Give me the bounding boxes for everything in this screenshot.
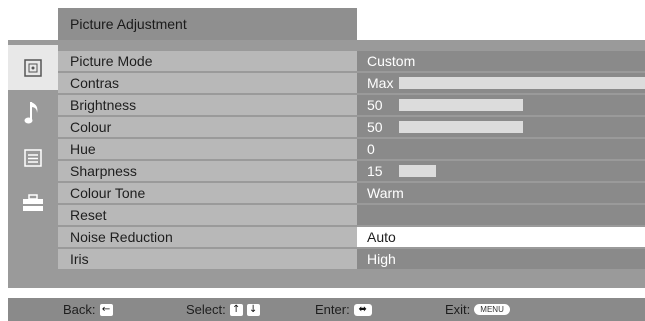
select-hint-label: Select: (186, 302, 226, 317)
menu-row-brightness[interactable]: Brightness 50 (58, 94, 645, 116)
menu-row-label: Iris (58, 249, 357, 269)
exit-hint: Exit: MENU (445, 302, 510, 317)
menu-row-label: Reset (58, 205, 357, 225)
back-hint-label: Back: (63, 302, 96, 317)
menu-row-label: Hue (58, 139, 357, 159)
tab-sound[interactable] (8, 90, 58, 135)
enter-button-icon: ⬌ (353, 303, 372, 316)
page-title: Picture Adjustment (70, 16, 187, 32)
menu-row-noise-reduction[interactable]: Noise Reduction Auto (58, 226, 645, 248)
menu-row-value (357, 205, 645, 225)
tab-setup[interactable] (8, 180, 58, 225)
menu-row-picture-mode[interactable]: Picture Mode Custom (58, 50, 645, 72)
menu-row-value: Warm (357, 183, 645, 203)
tab-picture[interactable] (8, 45, 58, 90)
level-bar[interactable] (399, 121, 523, 133)
enter-hint: Enter: ⬌ (315, 302, 372, 317)
select-hint: Select: ↑ ↓ (186, 302, 260, 317)
menu-row-sharpness[interactable]: Sharpness 15 (58, 160, 645, 182)
menu-row-hue[interactable]: Hue 0 (58, 138, 645, 160)
menu-row-iris[interactable]: Iris High (58, 248, 645, 270)
menu-row-value: 0 (357, 139, 645, 159)
menu-row-value: Auto (357, 227, 645, 247)
category-sidebar (8, 40, 58, 288)
menu-row-colour-tone[interactable]: Colour Tone Warm (58, 182, 645, 204)
menu-button-icon: MENU (474, 304, 510, 315)
menu-row-colour[interactable]: Colour 50 (58, 116, 645, 138)
down-arrow-icon: ↓ (246, 303, 260, 316)
menu-row-value: 50 (357, 95, 645, 115)
picture-icon (24, 58, 42, 77)
menu-row-label: Contras (58, 73, 357, 93)
menu-row-label: Picture Mode (58, 51, 357, 71)
menu-row-reset[interactable]: Reset (58, 204, 645, 226)
music-note-icon (24, 101, 38, 123)
menu-row-value: 15 (357, 161, 645, 181)
menu-row-contrast[interactable]: Contras Max (58, 72, 645, 94)
menu-row-label: Colour (58, 117, 357, 137)
settings-list-icon (24, 148, 42, 167)
level-bar[interactable] (399, 77, 645, 89)
menu-title-bar: Picture Adjustment (58, 8, 357, 40)
menu-row-value: High (357, 249, 645, 269)
menu-row-value: Custom (357, 51, 645, 71)
settings-menu: Picture Mode Custom Contras Max Brightne… (58, 40, 645, 288)
menu-row-label: Colour Tone (58, 183, 357, 203)
tab-features[interactable] (8, 135, 58, 180)
help-bar: Back: ← Select: ↑ ↓ Enter: ⬌ Exit: MENU (8, 298, 645, 321)
menu-row-value: Max (357, 73, 645, 93)
level-bar[interactable] (399, 165, 436, 177)
enter-hint-label: Enter: (315, 302, 350, 317)
menu-row-label: Brightness (58, 95, 357, 115)
menu-row-label: Sharpness (58, 161, 357, 181)
menu-row-label: Noise Reduction (58, 227, 357, 247)
back-hint: Back: ← (63, 302, 113, 317)
level-bar[interactable] (399, 99, 523, 111)
up-arrow-icon: ↑ (229, 303, 243, 316)
left-arrow-icon: ← (99, 303, 113, 316)
setup-icon (23, 193, 43, 211)
exit-hint-label: Exit: (445, 302, 471, 317)
menu-row-value: 50 (357, 117, 645, 137)
